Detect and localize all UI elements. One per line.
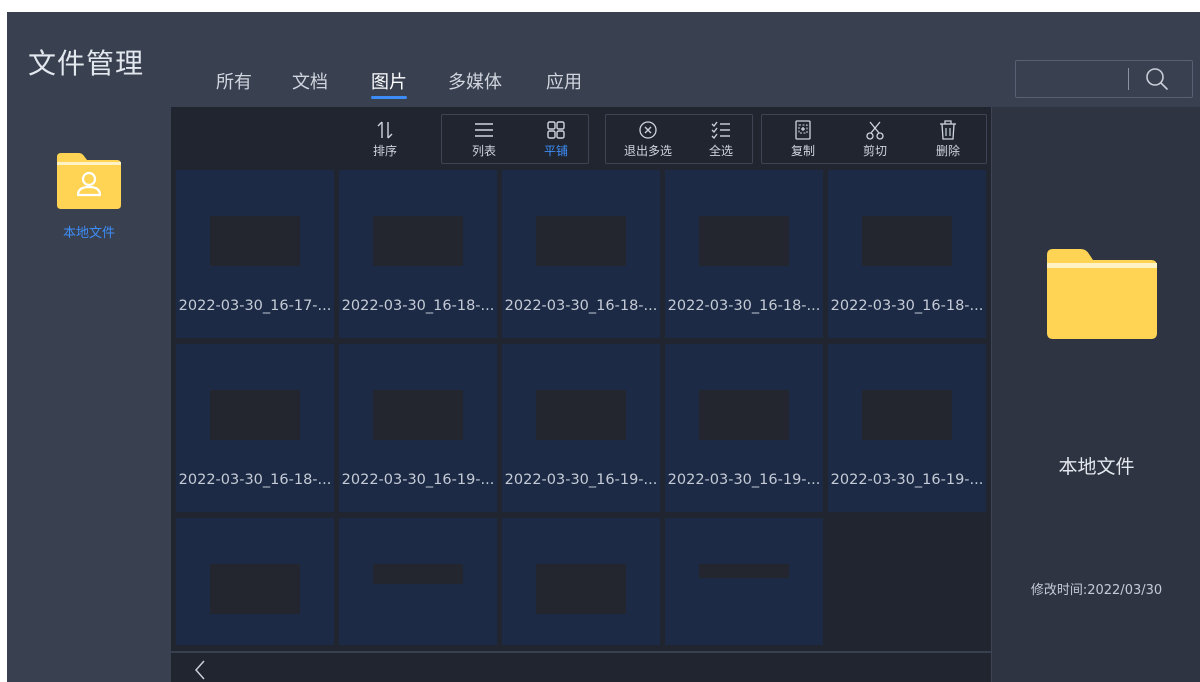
- thumbnail-image: [210, 564, 300, 614]
- close-circle-icon: [639, 121, 657, 139]
- tab-all[interactable]: 所有: [216, 68, 252, 94]
- file-name: 2022-03-30_16-18-...: [341, 298, 495, 314]
- folder-icon: [1047, 249, 1157, 339]
- tab-label: 多媒体: [448, 72, 502, 93]
- sort-icon: [377, 121, 393, 139]
- list-view-label: 列表: [471, 144, 496, 158]
- tab-apps[interactable]: 应用: [546, 68, 582, 94]
- file-tile[interactable]: [339, 518, 497, 645]
- scissors-icon: [866, 121, 884, 140]
- file-tile[interactable]: 2022-03-30_16-18-...: [665, 170, 823, 338]
- detail-panel: 本地文件 修改时间:2022/03/30: [991, 107, 1200, 682]
- sidebar-item-label: 本地文件: [62, 226, 115, 241]
- header: 文件管理 所有 文档 图片 多媒体 应用: [7, 12, 1200, 107]
- thumbnail-image: [699, 390, 789, 440]
- exit-multiselect-label: 退出多选: [623, 144, 672, 158]
- thumbnail-image: [536, 564, 626, 614]
- thumbnail-image: [536, 390, 626, 440]
- file-tile[interactable]: 2022-03-30_16-19-...: [828, 344, 986, 512]
- thumbnail-image: [699, 564, 789, 578]
- copy-label: 复制: [790, 144, 815, 158]
- tile-view-button[interactable]: 平铺: [526, 119, 586, 159]
- file-tile[interactable]: [176, 518, 334, 645]
- tab-label: 应用: [546, 72, 582, 93]
- thumbnail-image: [373, 216, 463, 266]
- copy-button[interactable]: 复制: [773, 119, 833, 159]
- thumbnail-image: [373, 564, 463, 584]
- thumbnail-image: [862, 390, 952, 440]
- delete-button[interactable]: 删除: [918, 119, 978, 159]
- cut-label: 剪切: [862, 144, 887, 158]
- tab-label: 图片: [371, 72, 407, 93]
- tile-view-label: 平铺: [543, 144, 568, 158]
- bottom-bar: [171, 651, 991, 682]
- list-view-button[interactable]: 列表: [454, 119, 514, 159]
- thumbnail-image: [210, 390, 300, 440]
- file-name: 2022-03-30_16-19-...: [830, 472, 984, 488]
- file-manager-window: 文件管理 所有 文档 图片 多媒体 应用 本地文件 排序 列表 平铺 退出多选 …: [7, 12, 1200, 682]
- exit-multiselect-button[interactable]: 退出多选: [618, 119, 678, 159]
- sidebar-item-local-files[interactable]: 本地文件: [51, 149, 127, 241]
- thumbnail-image: [699, 216, 789, 266]
- file-tile[interactable]: 2022-03-30_16-19-...: [339, 344, 497, 512]
- file-tile[interactable]: 2022-03-30_16-18-...: [828, 170, 986, 338]
- file-name: 2022-03-30_16-18-...: [830, 298, 984, 314]
- thumbnail-image: [536, 216, 626, 266]
- sidebar: 本地文件: [7, 107, 171, 682]
- tab-label: 所有: [216, 72, 252, 93]
- tab-multimedia[interactable]: 多媒体: [448, 68, 502, 94]
- thumbnail-image: [373, 390, 463, 440]
- active-tab-indicator: [371, 96, 407, 99]
- file-name: 2022-03-30_16-19-...: [341, 472, 495, 488]
- file-name: 2022-03-30_16-18-...: [178, 472, 332, 488]
- thumbnail-image: [210, 216, 300, 266]
- file-name: 2022-03-30_16-19-...: [667, 472, 821, 488]
- select-all-label: 全选: [708, 144, 733, 158]
- file-tile[interactable]: 2022-03-30_16-18-...: [339, 170, 497, 338]
- grid-view-icon: [547, 121, 565, 139]
- folder-user-icon: [57, 153, 121, 209]
- sort-label: 排序: [372, 144, 397, 158]
- app-title: 文件管理: [28, 47, 145, 80]
- detail-modified-time: 修改时间:2022/03/30: [1030, 583, 1163, 598]
- sort-button[interactable]: 排序: [355, 119, 415, 159]
- delete-label: 删除: [935, 144, 960, 158]
- checklist-icon: [711, 121, 730, 139]
- file-tile[interactable]: 2022-03-30_16-19-...: [665, 344, 823, 512]
- file-name: 2022-03-30_16-18-...: [667, 298, 821, 314]
- file-name: 2022-03-30_16-18-...: [504, 298, 658, 314]
- file-name: 2022-03-30_16-19-...: [504, 472, 658, 488]
- toolbar: 排序 列表 平铺 退出多选 全选 复制 剪切 删除: [171, 107, 991, 169]
- list-view-icon: [475, 123, 493, 137]
- select-all-button[interactable]: 全选: [691, 119, 751, 159]
- file-tile[interactable]: [665, 518, 823, 645]
- search-box[interactable]: [1015, 60, 1193, 98]
- file-tile[interactable]: 2022-03-30_16-17-...: [176, 170, 334, 338]
- thumbnail-image: [862, 216, 952, 266]
- file-name: 2022-03-30_16-17-...: [178, 298, 332, 314]
- copy-icon: [795, 120, 811, 140]
- file-browser: 排序 列表 平铺 退出多选 全选 复制 剪切 删除 2022-03-30_16-…: [171, 107, 991, 682]
- search-divider: [1128, 68, 1129, 90]
- back-arrow-icon[interactable]: [193, 659, 207, 681]
- tab-images[interactable]: 图片: [371, 68, 407, 99]
- cut-button[interactable]: 剪切: [845, 119, 905, 159]
- search-icon[interactable]: [1144, 66, 1170, 92]
- file-tile[interactable]: 2022-03-30_16-19-...: [502, 344, 660, 512]
- tab-label: 文档: [292, 72, 328, 93]
- detail-folder-name: 本地文件: [1058, 456, 1135, 478]
- file-tile[interactable]: 2022-03-30_16-18-...: [176, 344, 334, 512]
- file-tile[interactable]: 2022-03-30_16-18-...: [502, 170, 660, 338]
- trash-icon: [940, 120, 956, 140]
- file-tile[interactable]: [502, 518, 660, 645]
- tab-documents[interactable]: 文档: [292, 68, 328, 94]
